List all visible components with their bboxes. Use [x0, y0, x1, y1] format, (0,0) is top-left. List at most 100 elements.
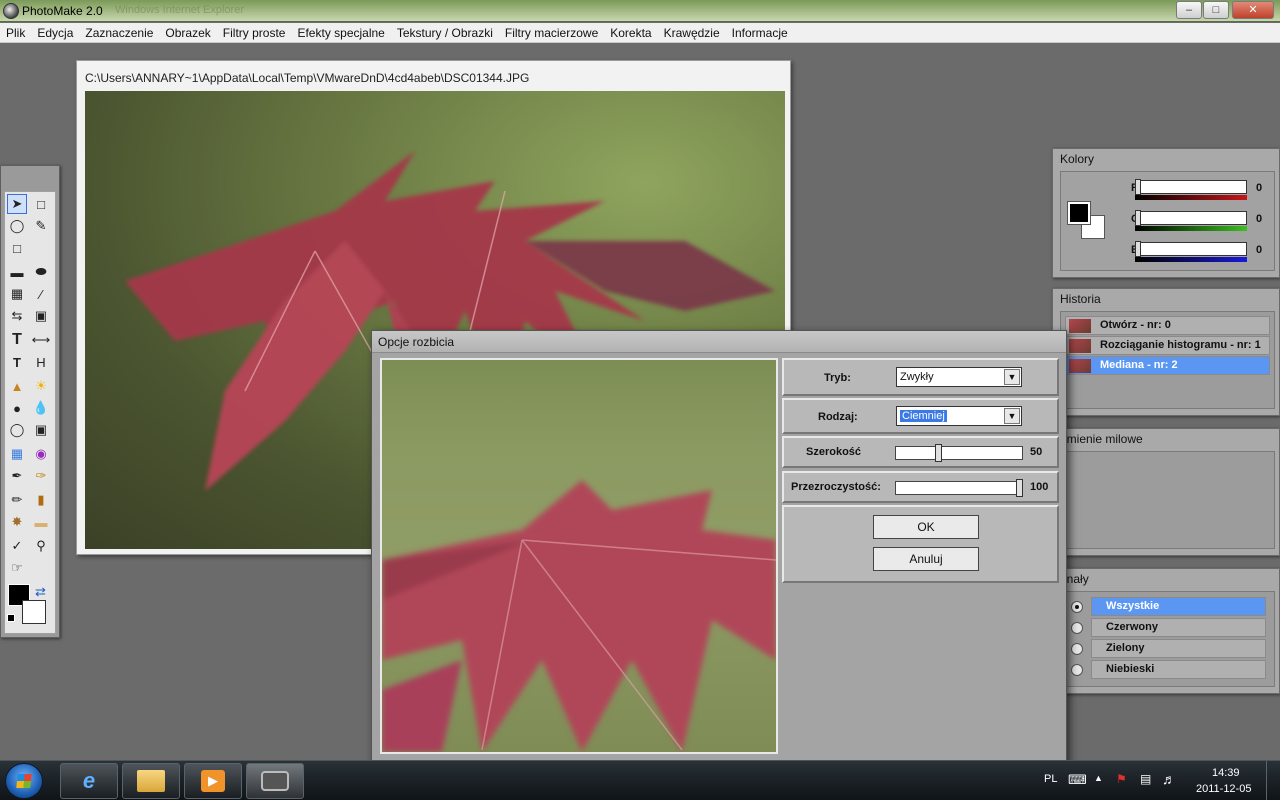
chevron-down-icon[interactable]: ▼	[1004, 408, 1020, 424]
channel-item[interactable]: Czerwony	[1091, 618, 1266, 637]
bucket-icon[interactable]: ▲	[7, 376, 27, 396]
g-slider[interactable]	[1135, 211, 1247, 225]
start-button[interactable]	[5, 763, 43, 799]
rounded-rect-icon[interactable]: ▬	[7, 262, 27, 282]
ellipse-select-icon[interactable]: ◯	[7, 216, 27, 236]
chevron-down-icon[interactable]: ▼	[1004, 369, 1020, 385]
internet-explorer-icon: e	[82, 768, 96, 793]
g-gradient	[1135, 226, 1247, 231]
drop-icon[interactable]: 💧	[31, 398, 51, 418]
lasso-select-icon[interactable]: □	[7, 238, 27, 258]
channel-item[interactable]: Zielony	[1091, 639, 1266, 658]
milestones-list[interactable]	[1060, 451, 1275, 549]
brush-icon[interactable]: ✒	[7, 466, 27, 486]
show-desktop-button[interactable]	[1266, 761, 1280, 800]
rect-select-icon[interactable]: □	[31, 194, 51, 214]
background-color-swatch[interactable]	[22, 600, 46, 624]
flip-icon[interactable]: ⇆	[7, 306, 27, 326]
milestones-panel: amienie milowe	[1052, 428, 1280, 556]
line-icon[interactable]: ∕	[31, 284, 51, 304]
menu-obrazek[interactable]: Obrazek	[159, 23, 216, 43]
text-icon[interactable]: T	[7, 330, 27, 350]
bucket2-icon[interactable]: ▮	[31, 490, 51, 510]
menu-tekstury[interactable]: Tekstury / Obrazki	[391, 23, 499, 43]
kind-select[interactable]: Ciemniej ▼	[896, 406, 1022, 426]
mode-select[interactable]: Zwykły ▼	[896, 367, 1022, 387]
eyedropper-icon[interactable]: ✎	[31, 216, 51, 236]
width-slider-thumb[interactable]	[934, 444, 942, 462]
lamp-icon[interactable]: ◯	[7, 420, 27, 440]
ok-button[interactable]: OK	[873, 515, 979, 539]
text-width-icon[interactable]: ⟷	[31, 330, 51, 350]
eye-icon[interactable]: ◉	[31, 444, 51, 464]
r-slider-thumb[interactable]	[1135, 179, 1141, 195]
channel-radio[interactable]	[1071, 664, 1083, 676]
channel-item[interactable]: Wszystkie	[1091, 597, 1266, 616]
split-options-dialog: Opcje rozbicia Tryb: Zwykły ▼ Rodzaj: Ci…	[371, 330, 1067, 770]
width-slider[interactable]	[895, 446, 1023, 460]
keyboard-icon[interactable]: ⌨	[1068, 772, 1087, 800]
taskbar-media-player[interactable]: ▶	[184, 763, 242, 799]
b-slider-thumb[interactable]	[1135, 241, 1141, 257]
language-indicator[interactable]: PL	[1044, 773, 1057, 800]
history-item[interactable]: Rozciąganie histogramu - nr: 1	[1065, 336, 1270, 355]
history-item[interactable]: Mediana - nr: 2	[1065, 356, 1270, 375]
menu-zaznaczenie[interactable]: Zaznaczenie	[79, 23, 159, 43]
stamp-icon[interactable]: ▣	[31, 420, 51, 440]
pen-icon[interactable]: ✑	[31, 466, 51, 486]
network-icon[interactable]: ▤	[1140, 772, 1151, 800]
pattern-fill-icon[interactable]: ▦	[7, 284, 27, 304]
action-center-icon[interactable]: ⚑	[1116, 772, 1127, 800]
sun-icon[interactable]: ☀	[31, 376, 51, 396]
mode-select-value: Zwykły	[900, 371, 934, 383]
colors-panel: Kolory R 0 G 0 B 0	[1052, 148, 1280, 278]
volume-icon[interactable]: ♬	[1162, 771, 1176, 800]
clock-date[interactable]: 2011-12-05	[1196, 783, 1251, 800]
window-title: PhotoMake 2.0	[22, 4, 103, 18]
text-frame-icon[interactable]: H	[31, 352, 51, 372]
menu-informacje[interactable]: Informacje	[726, 23, 794, 43]
minimize-button[interactable]: –	[1176, 1, 1202, 19]
taskbar-photomake[interactable]	[246, 763, 304, 799]
hand-icon[interactable]: ☞	[7, 558, 27, 578]
color-picker-icon[interactable]: ✓	[7, 536, 27, 556]
clone-icon[interactable]: ✸	[7, 512, 27, 532]
bandage-icon[interactable]: ▬	[31, 512, 51, 532]
maximize-button[interactable]: □	[1203, 1, 1229, 19]
menu-filtry-macierzowe[interactable]: Filtry macierzowe	[499, 23, 604, 43]
menu-plik[interactable]: Plik	[0, 23, 31, 43]
show-hidden-icons-icon[interactable]: ▲	[1094, 773, 1103, 800]
close-button[interactable]: ✕	[1232, 1, 1274, 19]
menu-edycja[interactable]: Edycja	[31, 23, 79, 43]
pencil-icon[interactable]: ✏	[7, 490, 27, 510]
menu-krawedzie[interactable]: Krawędzie	[658, 23, 726, 43]
history-item[interactable]: Otwórz - nr: 0	[1065, 316, 1270, 335]
zoom-icon[interactable]: ⚲	[31, 536, 51, 556]
history-item-label: Rozciąganie histogramu - nr: 1	[1100, 339, 1261, 351]
fg-color-swatch[interactable]	[1068, 202, 1090, 224]
swap-colors-icon[interactable]: ⇄	[35, 584, 46, 600]
menu-efekty-specjalne[interactable]: Efekty specjalne	[291, 23, 390, 43]
ellipse-shape-icon[interactable]: ⬬	[31, 262, 51, 282]
taskbar-ie[interactable]: e	[60, 763, 118, 799]
reset-colors-icon[interactable]	[7, 614, 15, 622]
menu-korekta[interactable]: Korekta	[604, 23, 657, 43]
menu-filtry-proste[interactable]: Filtry proste	[217, 23, 292, 43]
channel-radio[interactable]	[1071, 643, 1083, 655]
b-slider[interactable]	[1135, 242, 1247, 256]
opacity-slider-thumb[interactable]	[1016, 479, 1023, 497]
taskbar-explorer[interactable]	[122, 763, 180, 799]
sphere-icon[interactable]: ●	[7, 398, 27, 418]
window-icon[interactable]: ▦	[7, 444, 27, 464]
channel-item[interactable]: Niebieski	[1091, 660, 1266, 679]
colors-panel-body: R 0 G 0 B 0	[1060, 171, 1275, 271]
g-slider-thumb[interactable]	[1135, 210, 1141, 226]
channel-radio[interactable]	[1071, 622, 1083, 634]
r-slider[interactable]	[1135, 180, 1247, 194]
cancel-button[interactable]: Anuluj	[873, 547, 979, 571]
text-box-icon[interactable]: T	[7, 352, 27, 372]
arrow-pointer-icon[interactable]: ➤	[7, 194, 27, 214]
resize-icon[interactable]: ▣	[31, 306, 51, 326]
opacity-slider[interactable]	[895, 481, 1023, 495]
channel-radio[interactable]	[1071, 601, 1083, 613]
